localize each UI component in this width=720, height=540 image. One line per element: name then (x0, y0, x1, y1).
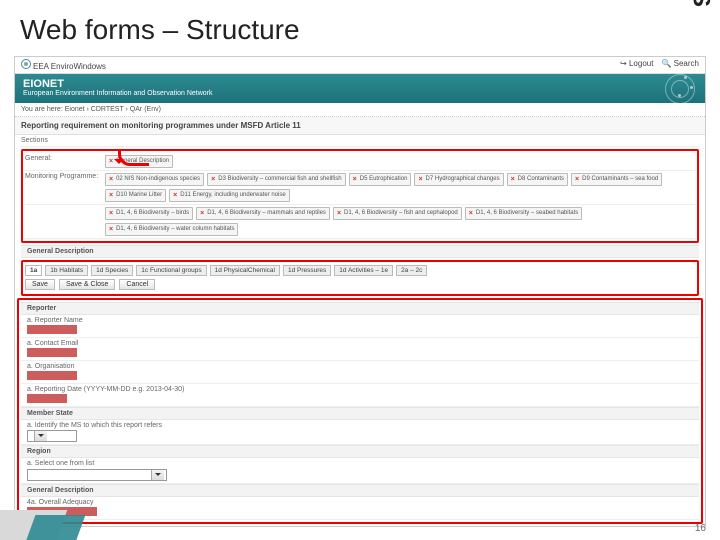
screenshot-frame: EEA EnviroWindows ↪ Logout 🔍 Search EION… (14, 56, 706, 527)
programme-pill[interactable]: ×D8 Contaminants (507, 173, 568, 186)
breadcrumb: You are here: Eionet › CDRTEST › QAr (En… (15, 103, 705, 117)
tab-1a[interactable]: 1a (25, 265, 42, 276)
reporter-heading: Reporter (21, 302, 699, 315)
general-description-heading-2: General Description (21, 484, 699, 497)
tab-1d-pressures[interactable]: 1d Pressures (283, 265, 331, 276)
highlight-box-1: General: ×General Description Monitoring… (21, 149, 699, 243)
chevron-down-icon (151, 470, 164, 480)
eionet-banner: EIONET European Environment Information … (15, 74, 705, 103)
programme-pill[interactable]: ×D7 Hydrographical changes (414, 173, 503, 186)
close-icon[interactable]: × (109, 208, 113, 219)
region-heading: Region (21, 445, 699, 458)
pill-general-description[interactable]: ×General Description (105, 155, 173, 168)
programme-pill[interactable]: ×D1, 4, 6 Biodiversity – fish and cephal… (333, 207, 462, 220)
banner-subtitle: European Environment Information and Obs… (23, 90, 697, 97)
programme-pill[interactable]: ×D10 Marine Litter (105, 189, 166, 202)
globe-icon (21, 59, 31, 69)
close-icon[interactable]: × (469, 208, 473, 219)
tab-1d-activities-1e[interactable]: 1d Activities – 1e (334, 265, 393, 276)
programme-pill[interactable]: ×D3 Biodiversity – commercial fish and s… (207, 173, 345, 186)
search-link[interactable]: 🔍 Search (661, 59, 699, 71)
general-label: General: (25, 155, 105, 162)
page-heading: Reporting requirement on monitoring prog… (15, 117, 705, 135)
close-icon[interactable]: × (511, 174, 515, 185)
close-icon[interactable]: × (353, 174, 357, 185)
close-icon[interactable]: × (418, 174, 422, 185)
sections-label: Sections (21, 137, 101, 144)
member-state-heading: Member State (21, 407, 699, 420)
overall-adequacy-input[interactable] (27, 507, 97, 516)
banner-title: EIONET (23, 78, 697, 90)
reporting-date-input[interactable] (27, 394, 67, 403)
region-select[interactable] (27, 469, 167, 481)
tab-1d-species[interactable]: 1d Species (91, 265, 133, 276)
programme-pill[interactable]: ×D9 Contaminants – sea food (571, 173, 662, 186)
programme-pill[interactable]: ×D1, 4, 6 Biodiversity – water column ha… (105, 223, 238, 236)
save-close-button[interactable]: Save & Close (59, 279, 115, 290)
programme-pill[interactable]: ×D11 Energy, including underwater noise (169, 189, 290, 202)
close-icon[interactable]: × (109, 174, 113, 185)
organisation-label: a. Organisation (27, 363, 693, 370)
reporting-date-label: a. Reporting Date (YYYY-MM-DD e.g. 2013-… (27, 386, 693, 393)
monitoring-label: Monitoring Programme: (25, 173, 105, 180)
close-icon[interactable]: × (173, 190, 177, 201)
member-state-select[interactable] (27, 430, 77, 442)
top-bar: EEA EnviroWindows ↪ Logout 🔍 Search (15, 57, 705, 74)
slide-title: Web forms – Structure (0, 0, 720, 56)
close-icon[interactable]: × (109, 156, 113, 167)
tab-1d-physicalchemical[interactable]: 1d PhysicalChemical (210, 265, 280, 276)
save-button[interactable]: Save (25, 279, 55, 290)
organisation-input[interactable] (27, 371, 77, 380)
reporter-name-input[interactable] (27, 325, 77, 334)
close-icon[interactable]: × (109, 224, 113, 235)
contact-email-input[interactable] (27, 348, 77, 357)
general-description-heading: General Description (21, 245, 699, 258)
close-icon[interactable]: × (200, 208, 204, 219)
tab-1c-functional-groups[interactable]: 1c Functional groups (136, 265, 206, 276)
chevron-down-icon (34, 431, 47, 441)
brand-logo: KINS (686, 0, 714, 8)
select-from-list-label: a. Select one from list (27, 460, 693, 467)
highlight-box-3: Reporter a. Reporter Name a. Contact Ema… (17, 298, 703, 524)
reporter-name-label: a. Reporter Name (27, 317, 693, 324)
close-icon[interactable]: × (337, 208, 341, 219)
tab-2a-2c[interactable]: 2a – 2c (396, 265, 427, 276)
programme-pill[interactable]: ×02 NIS Non-indigenous species (105, 173, 204, 186)
env-windows-link[interactable]: EEA EnviroWindows (21, 59, 106, 71)
button-row: Save Save & Close Cancel (25, 277, 695, 292)
programme-pill[interactable]: ×D1, 4, 6 Biodiversity – birds (105, 207, 193, 220)
programme-pill[interactable]: ×D1, 4, 6 Biodiversity – mammals and rep… (196, 207, 330, 220)
tab-1b-habitats[interactable]: 1b Habitats (45, 265, 88, 276)
highlight-box-2: 1a1b Habitats1d Species1c Functional gro… (21, 260, 699, 296)
programme-pill[interactable]: ×D5 Eutrophication (349, 173, 412, 186)
contact-email-label: a. Contact Email (27, 340, 693, 347)
page-number: 16 (695, 523, 706, 534)
close-icon[interactable]: × (211, 174, 215, 185)
tab-strip: 1a1b Habitats1d Species1c Functional gro… (25, 264, 695, 277)
identify-ms-label: a. Identify the MS to which this report … (27, 422, 693, 429)
close-icon[interactable]: × (109, 190, 113, 201)
logout-link[interactable]: ↪ Logout (620, 59, 653, 71)
cancel-button[interactable]: Cancel (119, 279, 155, 290)
overall-adequacy-label: 4a. Overall Adequacy (27, 499, 693, 506)
close-icon[interactable]: × (575, 174, 579, 185)
programme-pill[interactable]: ×D1, 4, 6 Biodiversity – seabed habitats (465, 207, 583, 220)
